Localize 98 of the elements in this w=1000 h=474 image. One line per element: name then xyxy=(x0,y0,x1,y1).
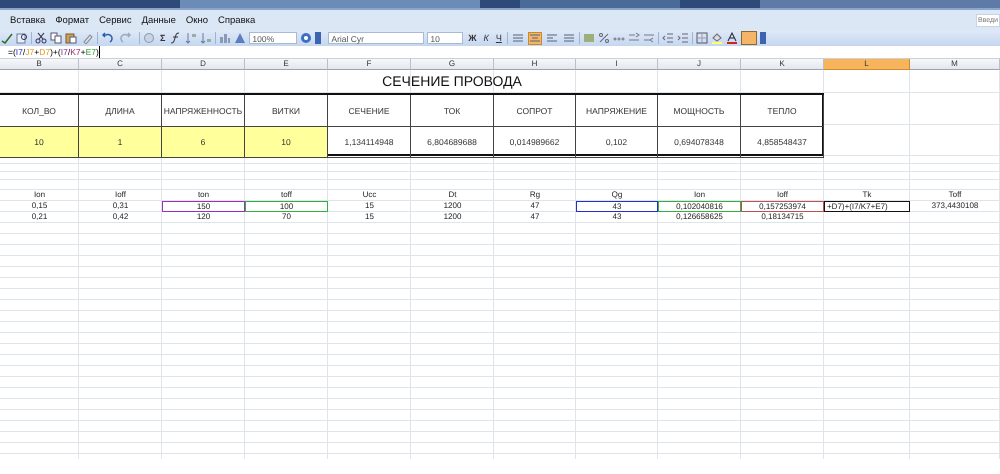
table-cell: 4,858548437 xyxy=(741,127,824,158)
column-header[interactable]: M xyxy=(910,59,1000,70)
table-cell-text: Toff xyxy=(948,190,962,201)
column-header[interactable]: C xyxy=(79,59,162,70)
column-header[interactable]: H xyxy=(494,59,576,70)
font-style-button[interactable]: К xyxy=(482,32,491,44)
table-cell-text: Ioff xyxy=(776,190,789,201)
table-cell-text: Rg xyxy=(528,190,542,201)
drawing-icon[interactable] xyxy=(234,32,246,44)
align-button[interactable] xyxy=(510,32,525,44)
table-cell-text: 43 xyxy=(612,212,622,223)
table-cell-text: 0,15 xyxy=(30,201,48,212)
column-header[interactable]: J xyxy=(658,59,741,70)
align-button[interactable] xyxy=(528,32,542,44)
table-cell: 0,694078348 xyxy=(658,127,741,158)
table-cell-text: Dt xyxy=(448,190,458,201)
table-cell-text: Ion xyxy=(692,190,706,201)
column-header[interactable]: G xyxy=(411,59,494,70)
fill-color-icon[interactable] xyxy=(710,32,723,44)
table-cell: 1 xyxy=(79,127,162,158)
menu-item[interactable]: Сервис xyxy=(95,12,136,28)
decrease-decimal-icon[interactable] xyxy=(642,32,655,44)
sheet-title: СЕЧЕНИЕ ПРОВОДА xyxy=(381,72,523,91)
table-cell-text: Tk xyxy=(862,190,872,201)
table-cell: НАПРЯЖЕНИЕ xyxy=(576,95,658,127)
column-header[interactable]: B xyxy=(0,59,79,70)
font-style-button[interactable]: Ч xyxy=(494,32,504,44)
font-style-button[interactable]: Ж xyxy=(466,32,479,44)
menu-item[interactable]: Формат xyxy=(51,12,94,28)
menu-item[interactable]: Данные xyxy=(138,12,180,28)
table-cell-text: 15 xyxy=(364,212,375,223)
zoom-field[interactable]: 100% xyxy=(249,32,298,44)
menu-item[interactable]: Окно xyxy=(182,12,212,28)
help-icon[interactable] xyxy=(300,32,312,44)
column-header[interactable]: K xyxy=(741,59,824,70)
align-button[interactable] xyxy=(544,32,559,44)
align-button[interactable] xyxy=(562,32,576,44)
copy-icon[interactable] xyxy=(50,32,62,44)
column-header[interactable]: D xyxy=(162,59,245,70)
table-cell: ТОК xyxy=(411,95,494,127)
table-cell: СОПРОТ xyxy=(494,95,576,127)
cut-icon[interactable] xyxy=(35,32,47,44)
autosum-button[interactable]: Σ xyxy=(158,32,168,44)
increase-indent-icon[interactable] xyxy=(676,32,689,44)
paste-icon[interactable] xyxy=(65,32,79,44)
table-cell: 0,157253974 xyxy=(741,201,824,212)
table-cell: 43 xyxy=(576,201,658,212)
column-header[interactable]: I xyxy=(576,59,658,70)
table-cell: МОЩНОСТЬ xyxy=(658,95,741,127)
table-cell: 0,014989662 xyxy=(494,127,576,158)
table-cell-text: Qg xyxy=(610,190,624,201)
menu-item[interactable]: Справка xyxy=(214,12,260,28)
table-cell-text: 0,18134715 xyxy=(760,212,805,223)
font-name-field[interactable]: Arial Cyr xyxy=(328,32,424,44)
column-header[interactable]: L xyxy=(824,59,910,70)
table-cell: 10 xyxy=(245,127,328,158)
table-cell-text: 1200 xyxy=(442,212,462,223)
table-cell-text: 0,126658625 xyxy=(675,212,724,223)
table-cell: 100 xyxy=(245,201,328,212)
table-cell: 0,102 xyxy=(576,127,658,158)
table-cell-text: Ioff xyxy=(114,190,127,201)
menu-item[interactable]: Вставка xyxy=(6,12,50,28)
color-swatch[interactable] xyxy=(740,31,757,45)
percent-icon[interactable] xyxy=(598,32,610,44)
table-cell-text: 0,42 xyxy=(112,212,130,223)
table-cell-text: Ucc xyxy=(362,190,378,201)
research-icon[interactable] xyxy=(16,32,28,44)
table-cell: 1,134114948 xyxy=(328,127,411,158)
format-painter-icon[interactable] xyxy=(82,32,94,44)
column-header[interactable]: F xyxy=(328,59,411,70)
table-cell: 6 xyxy=(162,127,245,158)
table-cell-text: 47 xyxy=(530,201,540,212)
table-cell-text: 15 xyxy=(364,201,375,212)
font-size-field[interactable]: 10 xyxy=(427,32,464,44)
table-cell-text: 373,4430108 xyxy=(930,201,980,212)
formula-text[interactable]: =(I7/J7+D7)+(I7/K7+E7) xyxy=(8,46,100,58)
table-cell-text: 120 xyxy=(196,212,212,223)
table-cell-text: 1200 xyxy=(442,201,462,212)
column-header[interactable]: E xyxy=(245,59,328,70)
table-cell-text: toff xyxy=(280,190,293,201)
table-cell-text: Ion xyxy=(32,190,46,201)
table-cell: 0,102040816 xyxy=(658,201,741,212)
font-color-icon[interactable] xyxy=(726,32,738,44)
table-cell-text: 0,31 xyxy=(112,201,130,212)
table-cell-text: ton xyxy=(196,190,210,201)
table-cell: ТЕПЛО xyxy=(741,95,824,127)
table-cell: 10 xyxy=(0,127,79,158)
table-cell-text: 0,21 xyxy=(30,212,48,223)
table-cell-text: 70 xyxy=(281,212,292,223)
decrease-indent-icon[interactable] xyxy=(662,32,674,44)
table-cell-text: 47 xyxy=(530,212,540,223)
table-cell: 6,804689688 xyxy=(411,127,494,158)
borders-icon[interactable] xyxy=(696,32,708,44)
spelling-check-icon[interactable] xyxy=(1,32,13,44)
table-cell: СЕЧЕНИЕ xyxy=(328,95,411,127)
cell-editor[interactable]: +D7)+(I7/K7+E7) xyxy=(824,201,910,212)
table-cell: 150 xyxy=(162,201,245,212)
sort-descending-icon[interactable] xyxy=(200,32,212,44)
